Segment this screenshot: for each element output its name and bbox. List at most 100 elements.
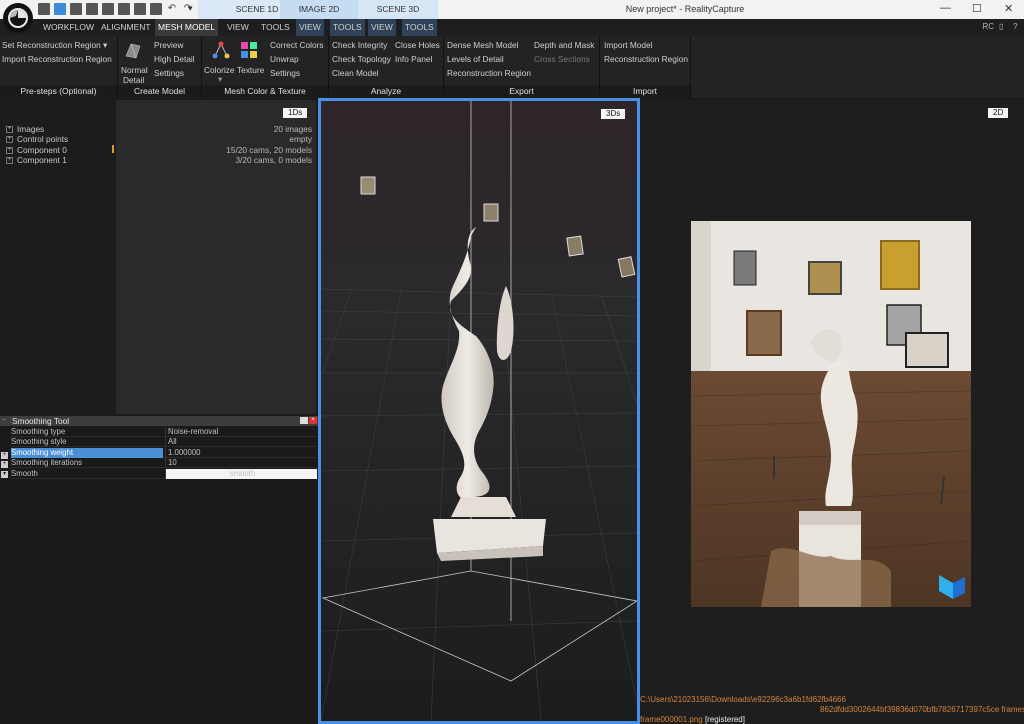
tree-item-control-points[interactable]: + Control points xyxy=(6,134,68,144)
prop-smoothing-type[interactable]: Smoothing type Noise-removal xyxy=(10,427,318,437)
view-badge-3ds[interactable]: 3Ds xyxy=(601,109,626,119)
prop-smoothing-style[interactable]: Smoothing style All xyxy=(10,437,318,447)
close-holes-button[interactable]: Close Holes xyxy=(395,40,440,51)
expand-icon[interactable]: + xyxy=(1,461,8,468)
texture-settings-button[interactable]: Settings xyxy=(270,68,300,79)
scene-3d-view[interactable]: 3Ds xyxy=(318,98,640,724)
menu-view-1[interactable]: VIEW xyxy=(224,19,252,36)
ribbon-group-analyze: Check Integrity Check Topology Clean Mod… xyxy=(329,36,444,98)
check-topology-button[interactable]: Check Topology xyxy=(332,54,391,65)
prop-name: Smooth xyxy=(11,469,38,478)
menu-alignment[interactable]: ALIGNMENT xyxy=(98,19,154,36)
layout-quad-icon[interactable] xyxy=(118,3,130,15)
source-photo[interactable] xyxy=(691,221,971,607)
help-icon[interactable]: ? xyxy=(1013,22,1017,31)
quick-access-dropdown-icon[interactable]: ▾ xyxy=(188,3,193,14)
undo-icon[interactable]: ↶ xyxy=(166,3,178,15)
prop-smooth[interactable]: Smooth smooth xyxy=(10,469,318,479)
cross-sections-button[interactable]: Cross Sections xyxy=(534,54,590,65)
export-region-button[interactable]: Reconstruction Region xyxy=(447,68,531,79)
tree-item-component-1[interactable]: + Component 1 xyxy=(6,155,67,165)
prop-value[interactable]: 10 xyxy=(165,458,317,468)
menu-bar: WORKFLOW ALIGNMENT MESH MODEL VIEW TOOLS… xyxy=(0,19,1024,36)
dock-icon[interactable] xyxy=(300,417,308,424)
preview-button[interactable]: Preview xyxy=(154,40,184,51)
expand-icon[interactable]: + xyxy=(6,136,13,144)
user-label[interactable]: RC xyxy=(982,22,994,31)
create-settings-button[interactable]: Settings xyxy=(154,68,184,79)
expand-icon[interactable]: + xyxy=(6,126,13,134)
tree-item-component-0[interactable]: + Component 0 xyxy=(6,145,67,155)
import-region-button[interactable]: Import Reconstruction Region xyxy=(2,54,112,65)
layout-triple-icon[interactable] xyxy=(134,3,146,15)
maximize-icon[interactable]: ☐ xyxy=(972,2,982,15)
info-panel-button[interactable]: Info Panel xyxy=(395,54,432,65)
correct-colors-button[interactable]: Correct Colors xyxy=(270,40,323,51)
tab-image-2d[interactable]: IMAGE 2D xyxy=(280,0,358,19)
colorize-dropdown-icon[interactable]: ▾ xyxy=(218,74,222,85)
view-badge-1ds[interactable]: 1Ds xyxy=(283,108,308,118)
image-2d-view[interactable]: 2D C:\Users\21023156\Downloads\e92296c3a… xyxy=(640,100,1024,724)
layout-rows-icon[interactable] xyxy=(102,3,114,15)
set-region-button[interactable]: Set Reconstruction Region ▾ xyxy=(2,40,107,51)
close-panel-icon[interactable]: × xyxy=(309,417,317,424)
check-integrity-button[interactable]: Check Integrity xyxy=(332,40,387,51)
levels-of-detail-button[interactable]: Levels of Detail xyxy=(447,54,504,65)
control-points-info: empty xyxy=(289,134,312,144)
menu-workflow[interactable]: WORKFLOW xyxy=(40,19,97,36)
colorize-icon[interactable] xyxy=(212,41,230,59)
image-path-line1: C:\Users\21023156\Downloads\e92296c3a6b1… xyxy=(640,695,846,704)
image-frame-label: frame000001.png [registered] xyxy=(640,715,745,724)
app-logo-icon[interactable] xyxy=(3,3,33,33)
prop-value[interactable]: All xyxy=(165,437,317,447)
window-title: New project* - RealityCapture xyxy=(625,4,745,14)
ribbon-group-label: Create Model xyxy=(118,85,201,98)
clean-model-button[interactable]: Clean Model xyxy=(332,68,379,79)
ribbon-group-presteps: Set Reconstruction Region ▾ Import Recon… xyxy=(0,36,118,98)
menu-tools-3[interactable]: TOOLS xyxy=(402,19,437,36)
prop-name: Smoothing type xyxy=(11,427,66,436)
depth-mask-button[interactable]: Depth and Mask xyxy=(534,40,594,51)
component-0-info: 15/20 cams, 20 models xyxy=(226,145,312,155)
layout-wide-icon[interactable] xyxy=(150,3,162,15)
document-icon[interactable]: ▯ xyxy=(999,22,1003,31)
prop-name: Smoothing style xyxy=(11,437,67,446)
menu-tools-2[interactable]: TOOLS xyxy=(330,19,365,36)
layout-columns-icon[interactable] xyxy=(86,3,98,15)
scene-1d-pane: 1Ds 20 images empty 15/20 cams, 20 model… xyxy=(116,100,316,414)
expand-icon[interactable]: + xyxy=(6,147,13,155)
ribbon-group-label: Analyze xyxy=(329,85,443,98)
prop-value[interactable]: Noise-removal xyxy=(165,427,317,437)
import-model-button[interactable]: Import Model xyxy=(604,40,652,51)
menu-view-2[interactable]: VIEW xyxy=(296,19,324,36)
collapse-icon[interactable]: − xyxy=(2,416,6,426)
menu-mesh-model[interactable]: MESH MODEL xyxy=(155,19,219,36)
menu-tools-1[interactable]: TOOLS xyxy=(258,19,293,36)
mesh-model-icon[interactable] xyxy=(124,42,142,60)
menu-view-3[interactable]: VIEW xyxy=(368,19,396,36)
expand-icon[interactable]: + xyxy=(6,157,13,165)
layout-split-icon[interactable] xyxy=(54,3,66,15)
image-path-line2: 862dfdd3002644bf39836d070bfb7826717397c5… xyxy=(820,705,1024,714)
prop-value[interactable]: 1.000000 xyxy=(165,448,317,458)
prop-smoothing-iterations[interactable]: Smoothing iterations 10 xyxy=(10,458,318,468)
smoothing-tool-panel: − Smoothing Tool × Smoothing type Noise-… xyxy=(0,416,318,724)
high-detail-button[interactable]: High Detail xyxy=(154,54,195,65)
minimize-icon[interactable]: — xyxy=(940,2,951,14)
tab-scene-3d[interactable]: SCENE 3D xyxy=(358,0,438,19)
tree-item-images[interactable]: + Images xyxy=(6,124,44,134)
expand-icon[interactable]: ▾ xyxy=(1,471,8,478)
texture-icon[interactable] xyxy=(240,41,258,59)
layout-icon[interactable] xyxy=(38,3,50,15)
import-region-button-2[interactable]: Reconstruction Region xyxy=(604,54,688,65)
close-icon[interactable]: ✕ xyxy=(1004,2,1013,15)
expand-icon[interactable]: + xyxy=(1,452,8,459)
unwrap-button[interactable]: Unwrap xyxy=(270,54,299,65)
layout-grid-icon[interactable] xyxy=(70,3,82,15)
export-dense-mesh-button[interactable]: Dense Mesh Model xyxy=(447,40,518,51)
smooth-button[interactable]: smooth xyxy=(165,469,317,479)
texture-button[interactable]: Texture xyxy=(237,65,264,76)
view-badge-2d[interactable]: 2D xyxy=(988,108,1009,118)
prop-smoothing-weight[interactable]: Smoothing weight 1.000000 xyxy=(10,448,318,458)
scene-3d-canvas[interactable] xyxy=(321,101,637,721)
